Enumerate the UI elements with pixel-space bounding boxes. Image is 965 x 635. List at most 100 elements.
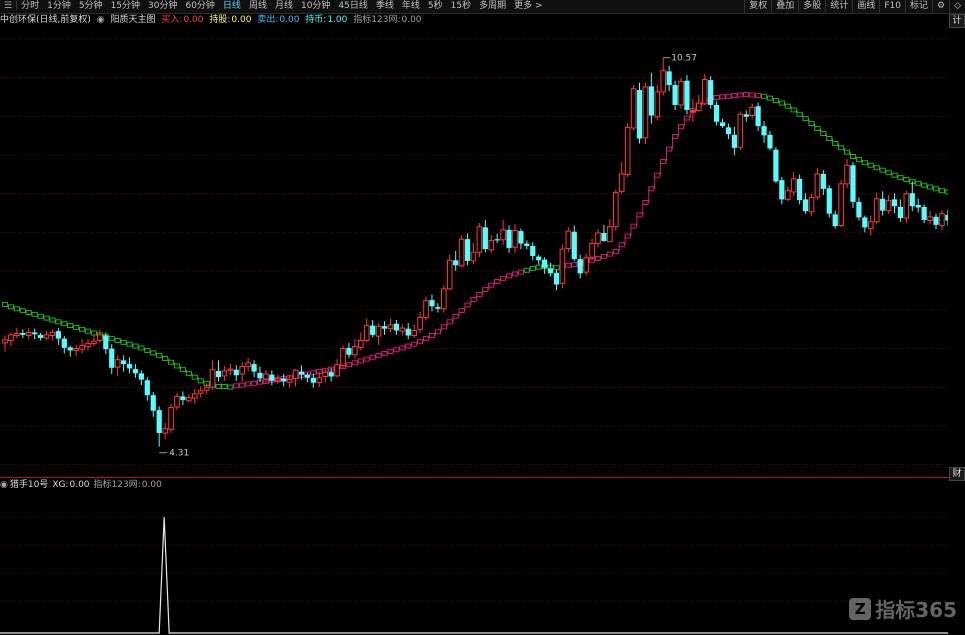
candle: [174, 392, 180, 411]
toolbar-button[interactable]: 画线: [852, 0, 879, 13]
trend-step: [594, 255, 602, 261]
candle: [512, 224, 518, 253]
candle: [67, 345, 73, 357]
sub-indicator-name[interactable]: 猎手10号: [10, 480, 48, 490]
timeframe-tab[interactable]: 更多 >: [510, 0, 546, 13]
timeframe-tab[interactable]: 日线: [219, 0, 245, 13]
candle-body: [885, 200, 892, 212]
candle-body: [512, 229, 518, 248]
candle: [239, 362, 245, 383]
candle-body: [150, 395, 156, 411]
candle-body: [773, 149, 779, 182]
candle: [666, 65, 672, 92]
timeframe-tab[interactable]: 多周期: [475, 0, 510, 13]
trend-step: [43, 315, 50, 321]
candle-body: [162, 428, 168, 434]
candle: [429, 294, 435, 312]
timeframe-tab[interactable]: 分时: [17, 0, 43, 13]
candle: [731, 126, 737, 156]
menu-icon[interactable]: ☰: [0, 0, 16, 13]
candle: [897, 199, 904, 222]
calc-marker[interactable]: 计: [949, 14, 965, 28]
toolbar-button[interactable]: ◇: [949, 0, 965, 13]
timeframe-tab[interactable]: 60分钟: [181, 0, 218, 13]
timeframe-tab[interactable]: 季线: [372, 0, 398, 13]
sub-indicator-dropdown-icon[interactable]: ◉: [0, 480, 8, 490]
candle: [802, 193, 809, 214]
toolbar-button[interactable]: 标记: [904, 0, 932, 13]
trend-step: [938, 188, 945, 194]
sell-label: 卖出:: [257, 15, 279, 25]
candle-body: [749, 106, 755, 117]
stock-title: 中创环保(日线,前复权): [0, 15, 91, 25]
candle-body: [423, 300, 429, 318]
candlestick-chart[interactable]: 10.57 4.31: [0, 26, 948, 476]
candle: [678, 77, 684, 109]
trend-step: [482, 287, 489, 292]
trend-step: [826, 136, 833, 141]
trend-step: [61, 321, 68, 327]
indicator-name[interactable]: 阳质天主图: [111, 15, 156, 25]
trend-step: [927, 184, 934, 190]
finance-marker[interactable]: 财: [949, 467, 965, 481]
timeframe-tab[interactable]: 1分钟: [43, 0, 75, 13]
candle: [743, 110, 749, 122]
candle: [797, 174, 803, 205]
toolbar-button[interactable]: 多股: [798, 0, 825, 13]
candle-body: [743, 114, 749, 117]
candle-body: [281, 378, 287, 382]
toolbar-button[interactable]: 复权: [744, 0, 771, 13]
timeframe-tab[interactable]: 10分钟: [297, 0, 334, 13]
candle-body: [589, 243, 595, 258]
indicator-dropdown-icon[interactable]: ◉: [97, 15, 105, 25]
candle-body: [191, 393, 198, 399]
candle-body: [470, 251, 477, 262]
timeframe-tabs: 分时 1分钟 5分钟 15分钟 30分钟 60分钟 日线 周线 月线 10分钟 45日线 季线 年线 5秒…: [17, 1, 546, 11]
candle: [405, 323, 411, 340]
candle: [583, 253, 589, 276]
candle: [79, 339, 85, 354]
candle: [773, 147, 779, 184]
trend-step: [648, 186, 655, 192]
candle: [25, 328, 32, 340]
trend-step: [108, 336, 115, 342]
timeframe-tab[interactable]: 45日线: [334, 0, 371, 13]
candle: [180, 391, 186, 406]
trend-step: [921, 182, 928, 188]
timeframe-tab[interactable]: 15秒: [447, 0, 475, 13]
trend-step: [351, 360, 358, 366]
trend-step: [606, 251, 613, 257]
trend-step: [25, 310, 32, 315]
timeframe-tab[interactable]: 5分钟: [75, 0, 107, 13]
candle-body: [903, 193, 910, 219]
trend-step: [357, 358, 364, 364]
candle: [636, 82, 643, 144]
toolbar-button[interactable]: 统计: [825, 0, 852, 13]
timeframe-tab[interactable]: 年线: [398, 0, 424, 13]
timeframe-tab[interactable]: 周线: [245, 0, 271, 13]
candle: [411, 324, 417, 338]
buy-value: 0.00: [183, 15, 204, 25]
candle-body: [518, 231, 524, 244]
trend-step: [167, 359, 175, 365]
toolbar-button[interactable]: 叠加: [771, 0, 798, 13]
candle-body: [269, 374, 275, 381]
toolbar-button[interactable]: F10: [879, 0, 905, 13]
candle-body: [292, 369, 299, 379]
timeframe-tab[interactable]: 5秒: [424, 0, 447, 13]
timeframe-tab[interactable]: 30分钟: [144, 0, 181, 13]
candle: [91, 335, 97, 347]
panel-divider[interactable]: [0, 477, 965, 478]
toolbar-button[interactable]: ⚙: [932, 0, 949, 13]
candle-body: [370, 325, 376, 335]
timeframe-tab[interactable]: 15分钟: [107, 0, 144, 13]
trend-step: [731, 93, 738, 99]
timeframe-tab[interactable]: 月线: [271, 0, 297, 13]
hold-value: 0.00: [231, 15, 252, 25]
candle: [310, 373, 316, 388]
candle: [589, 238, 595, 261]
trend-step: [737, 92, 744, 98]
candle: [328, 367, 334, 382]
sub-indicator-chart[interactable]: [0, 491, 948, 635]
candle-body: [524, 243, 530, 247]
